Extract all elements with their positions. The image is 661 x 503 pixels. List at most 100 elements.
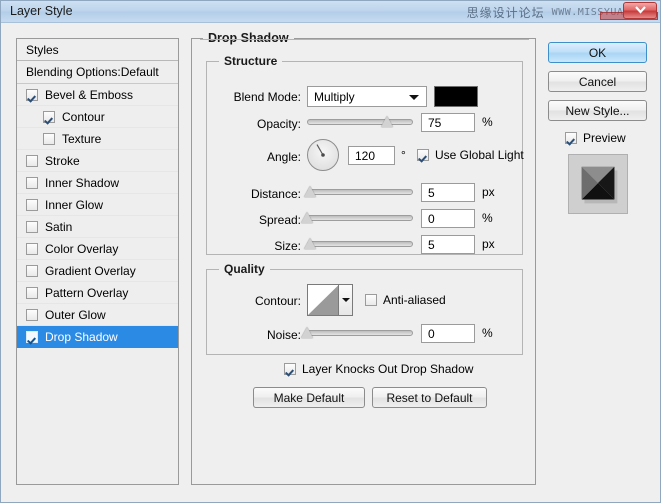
noise-slider-thumb[interactable] [301, 327, 313, 338]
contour-label: Contour: [254, 294, 301, 308]
size-value: 5 [428, 237, 435, 252]
preview-checkbox[interactable]: Preview [565, 131, 626, 145]
drop-shadow-section-rule [200, 39, 529, 40]
opacity-slider[interactable] [307, 115, 413, 129]
noise-unit: % [482, 326, 493, 340]
ok-button[interactable]: OK [548, 42, 647, 63]
close-button[interactable] [623, 2, 657, 19]
noise-label: Noise: [266, 328, 301, 342]
spread-label: Spread: [258, 213, 301, 227]
style-enable-checkbox[interactable] [26, 198, 38, 211]
sidebar-item-gradient-overlay[interactable]: Gradient Overlay [17, 260, 178, 282]
sidebar-item-label: Inner Glow [45, 197, 104, 212]
reset-to-default-button[interactable]: Reset to Default [372, 387, 487, 408]
contour-dropdown-arrow[interactable] [338, 285, 352, 315]
style-preview-thumbnail [568, 154, 628, 214]
quality-group: Quality Contour: Anti-aliased Noise: 0 % [206, 262, 523, 355]
size-input[interactable]: 5 [421, 235, 475, 254]
distance-slider[interactable] [304, 185, 413, 199]
settings-panel: Drop Shadow Structure Blend Mode: Multip… [191, 31, 536, 485]
noise-input[interactable]: 0 [421, 324, 475, 343]
sidebar-item-texture[interactable]: Texture [17, 128, 178, 150]
sidebar-item-pattern-overlay[interactable]: Pattern Overlay [17, 282, 178, 304]
angle-input[interactable]: 120 [348, 146, 395, 165]
sidebar-item-stroke[interactable]: Stroke [17, 150, 178, 172]
sidebar-item-satin[interactable]: Satin [17, 216, 178, 238]
distance-unit: px [482, 185, 495, 199]
blend-mode-value: Multiply [314, 89, 355, 104]
distance-value: 5 [428, 185, 435, 200]
spread-value: 0 [428, 211, 435, 226]
sidebar-item-blending-options[interactable]: Blending Options:Default [17, 61, 178, 84]
sidebar-item-inner-glow[interactable]: Inner Glow [17, 194, 178, 216]
style-enable-checkbox[interactable] [26, 88, 38, 101]
style-enable-checkbox[interactable] [26, 242, 38, 255]
size-slider-thumb[interactable] [304, 238, 317, 249]
sidebar-item-label: Drop Shadow [45, 329, 118, 344]
quality-group-title: Quality [219, 262, 270, 276]
sidebar-item-label: Satin [45, 219, 73, 234]
window-title: Layer Style [10, 4, 73, 18]
opacity-slider-track [307, 119, 413, 125]
style-enable-checkbox[interactable] [26, 220, 38, 233]
ok-label: OK [588, 45, 607, 60]
opacity-slider-thumb[interactable] [380, 116, 393, 127]
style-enable-checkbox[interactable] [26, 264, 38, 277]
opacity-input[interactable]: 75 [421, 113, 475, 132]
size-slider[interactable] [304, 237, 413, 251]
angle-dial-needle-icon [316, 144, 325, 157]
style-enable-checkbox[interactable] [43, 110, 55, 123]
style-enable-checkbox[interactable] [26, 286, 38, 299]
distance-slider-thumb[interactable] [304, 186, 317, 197]
sidebar-item-label: Outer Glow [45, 307, 106, 322]
angle-value: 120 [355, 148, 376, 163]
use-global-light-checkbox-box [417, 149, 429, 161]
structure-group-title: Structure [219, 54, 283, 68]
sidebar-item-bevel-emboss[interactable]: Bevel & Emboss [17, 84, 178, 106]
cancel-button[interactable]: Cancel [548, 71, 647, 92]
style-enable-checkbox[interactable] [26, 330, 38, 343]
title-bar: Layer Style 思缘设计论坛 WWW.MISSYUAN.COM [1, 1, 660, 23]
anti-aliased-checkbox-box [365, 294, 377, 306]
anti-aliased-checkbox[interactable]: Anti-aliased [365, 293, 446, 307]
new-style-button[interactable]: New Style... [548, 100, 647, 121]
sidebar-item-drop-shadow[interactable]: Drop Shadow [17, 326, 178, 348]
make-default-label: Make Default [273, 390, 345, 405]
angle-unit: ° [401, 148, 406, 162]
spread-input[interactable]: 0 [421, 209, 475, 228]
chevron-down-icon [409, 94, 419, 100]
styles-list-header: Styles [17, 39, 178, 61]
sidebar-item-label: Pattern Overlay [45, 285, 129, 300]
styles-header-label: Styles [26, 42, 59, 57]
size-label: Size: [274, 239, 301, 253]
new-style-label: New Style... [565, 103, 630, 118]
preview-checkbox-box [565, 132, 577, 144]
use-global-light-label: Use Global Light [435, 148, 524, 162]
sidebar-item-inner-shadow[interactable]: Inner Shadow [17, 172, 178, 194]
sidebar-item-label: Texture [62, 131, 102, 146]
layer-knocks-out-drop-shadow-checkbox[interactable]: Layer Knocks Out Drop Shadow [284, 362, 473, 376]
sidebar-item-label: Color Overlay [45, 241, 119, 256]
close-icon [634, 6, 646, 14]
style-enable-checkbox[interactable] [43, 132, 55, 145]
noise-slider[interactable] [301, 326, 413, 340]
anti-aliased-label: Anti-aliased [383, 293, 446, 307]
spread-slider[interactable] [301, 211, 413, 225]
shadow-color-swatch[interactable] [434, 86, 478, 107]
sidebar-item-contour[interactable]: Contour [17, 106, 178, 128]
distance-label: Distance: [250, 187, 301, 201]
style-enable-checkbox[interactable] [26, 154, 38, 167]
sidebar-item-color-overlay[interactable]: Color Overlay [17, 238, 178, 260]
spread-slider-thumb[interactable] [301, 212, 313, 223]
sidebar-item-outer-glow[interactable]: Outer Glow [17, 304, 178, 326]
angle-dial[interactable] [307, 139, 339, 171]
contour-preset-picker[interactable] [307, 284, 353, 316]
blend-mode-select[interactable]: Multiply [307, 86, 427, 107]
distance-input[interactable]: 5 [421, 183, 475, 202]
style-enable-checkbox[interactable] [26, 308, 38, 321]
noise-value: 0 [428, 326, 435, 341]
make-default-button[interactable]: Make Default [253, 387, 365, 408]
use-global-light-checkbox[interactable]: Use Global Light [417, 148, 524, 162]
spread-slider-track [307, 215, 413, 221]
style-enable-checkbox[interactable] [26, 176, 38, 189]
